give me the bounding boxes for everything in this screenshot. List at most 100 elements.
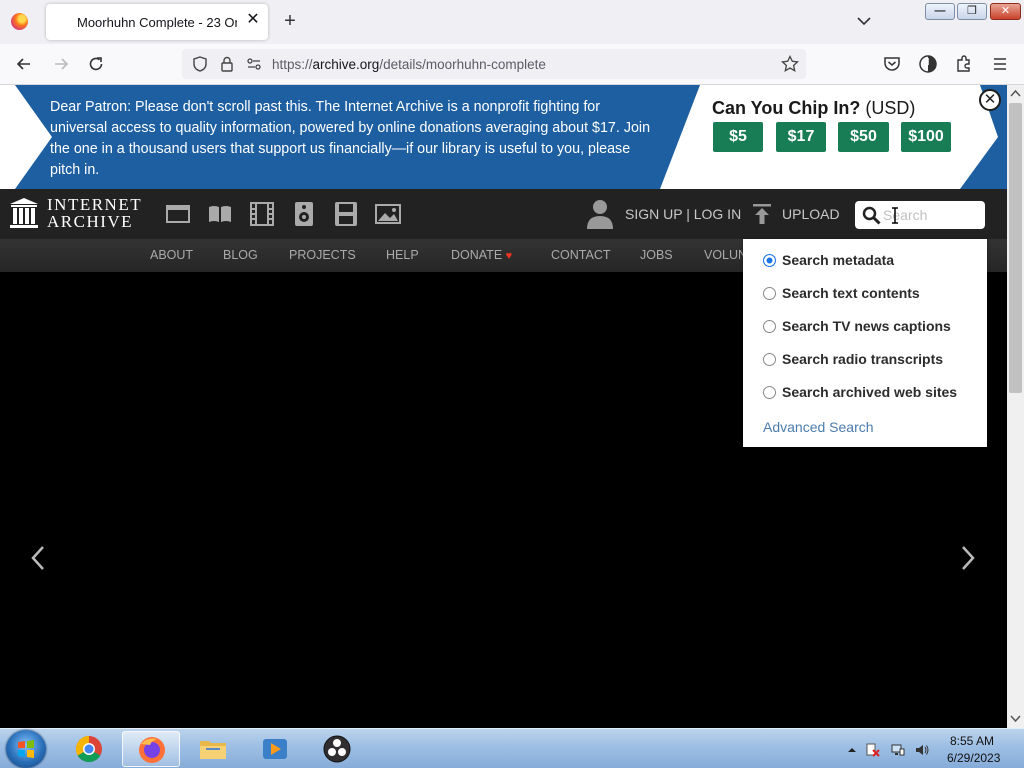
donate-50-button[interactable]: $50 [838,122,889,152]
pocket-icon[interactable] [882,54,902,74]
donation-banner: Dear Patron: Please don't scroll past th… [0,85,1007,189]
radio-icon[interactable] [763,287,776,300]
user-icon[interactable] [586,198,614,230]
internet-archive-logo-icon[interactable] [9,197,39,229]
web-icon[interactable] [165,202,191,226]
volume-icon[interactable] [915,743,929,757]
radio-icon[interactable] [763,320,776,333]
chevron-down-icon[interactable] [855,12,873,30]
upload-link[interactable]: UPLOAD [782,206,840,222]
subnav-projects[interactable]: PROJECTS [289,248,356,262]
media-player-icon [263,739,287,759]
account-icon[interactable] [918,54,938,74]
heart-icon: ♥ [505,250,513,262]
back-arrow-icon[interactable] [14,54,34,74]
chrome-icon [75,735,102,763]
radio-icon[interactable] [763,353,776,366]
logo-line-2: ARCHIVE [47,212,134,231]
new-tab-button[interactable]: + [280,11,300,31]
tab-close-icon[interactable]: ✕ [244,11,262,29]
page-scrollbar[interactable] [1007,85,1024,728]
clock-date[interactable]: 6/29/2023 [947,751,1000,765]
minimize-icon: — [934,5,946,17]
maximize-icon: ❐ [967,5,977,17]
chip-in-currency: (USD) [865,98,916,118]
scroll-up-icon[interactable] [1010,88,1021,98]
upload-icon[interactable] [752,203,772,225]
bookmark-star-icon[interactable] [780,54,800,74]
video-icon[interactable] [249,202,275,226]
subnav-help[interactable]: HELP [386,248,419,262]
radio-selected-icon[interactable] [763,254,776,267]
taskbar-firefox[interactable] [122,731,180,767]
taskbar-obs[interactable] [308,731,366,767]
software-icon[interactable] [333,202,359,226]
window-maximize-button[interactable]: ❐ [957,3,987,20]
subnav-donate[interactable]: DONATE ♥ [451,248,512,262]
banner-message: Dear Patron: Please don't scroll past th… [50,99,651,178]
carousel-prev-icon[interactable] [30,545,46,571]
images-icon[interactable] [375,202,401,226]
url-path: /details/moorhuhn-complete [379,57,546,72]
subnav-donate-label: DONATE [451,248,503,262]
close-icon: ✕ [1000,5,1011,17]
url-prefix: https:// [272,57,313,72]
start-button[interactable] [6,730,46,768]
search-box[interactable] [855,201,985,229]
lock-icon[interactable] [217,54,237,74]
subnav-contact[interactable]: CONTACT [551,248,611,262]
donate-5-button[interactable]: $5 [713,122,763,152]
forward-arrow-icon[interactable] [51,54,71,74]
permissions-icon[interactable] [244,54,264,74]
donate-100-button[interactable]: $100 [901,122,951,152]
network-icon[interactable] [891,743,905,757]
taskbar-chrome[interactable] [60,731,118,767]
advanced-search-link[interactable]: Advanced Search [763,419,874,435]
subnav-about[interactable]: ABOUT [150,248,193,262]
subnav-blog[interactable]: BLOG [223,248,258,262]
banner-close-button[interactable]: ✕ [979,89,1001,111]
tray-expand-icon[interactable] [845,743,859,757]
extensions-icon[interactable] [954,54,974,74]
logo-line-1: INTERNET [47,195,143,214]
browser-tab[interactable]: Moorhuhn Complete - 23 Original Games ✕ [46,4,268,40]
texts-icon[interactable] [207,202,233,226]
action-center-icon[interactable] [866,743,880,757]
ia-logo-text[interactable]: INTERNET ARCHIVE [47,196,142,230]
window-close-button[interactable]: ✕ [990,3,1021,20]
scroll-down-icon[interactable] [1010,714,1021,724]
option-label: Search text contents [782,285,920,301]
taskbar-file-explorer[interactable] [184,731,242,767]
option-label: Search TV news captions [782,318,951,334]
search-icon[interactable] [862,206,881,225]
subnav-jobs[interactable]: JOBS [640,248,673,262]
clock-time[interactable]: 8:55 AM [950,734,994,748]
url-bar[interactable]: https://archive.org/details/moorhuhn-com… [182,49,806,79]
browser-tab-bar: Moorhuhn Complete - 23 Original Games ✕ … [0,0,1024,44]
window-minimize-button[interactable]: — [925,3,955,20]
chip-in-heading: Can You Chip In? [712,98,861,118]
carousel-next-icon[interactable] [960,545,976,571]
chip-in-title: Can You Chip In? (USD) [712,98,915,119]
subnav-volunteer[interactable]: VOLUN [704,248,747,262]
option-label: Search archived web sites [782,384,958,400]
ia-header: INTERNET ARCHIVE SIGN UP | LOG IN UPLOAD… [0,189,1007,239]
firefox-icon [139,737,165,763]
signup-login-link[interactable]: SIGN UP | LOG IN [625,206,741,222]
audio-icon[interactable] [291,202,317,226]
obs-icon [323,735,351,763]
firefox-logo-icon [11,13,28,30]
scrollbar-thumb[interactable] [1009,103,1022,393]
radio-icon[interactable] [763,386,776,399]
tracking-shield-icon[interactable] [190,54,210,74]
url-domain: archive.org [312,57,380,72]
menu-icon[interactable] [990,54,1010,74]
reload-icon[interactable] [86,54,106,74]
donate-17-button[interactable]: $17 [776,122,826,152]
file-explorer-icon [200,741,226,759]
tab-title: Moorhuhn Complete - 23 Original Games [77,15,237,30]
option-label: Search radio transcripts [782,351,944,367]
taskbar-media-player[interactable] [246,731,304,767]
windows-logo-icon [18,740,34,758]
search-options-menu: Search metadata Search text contents Sea… [743,239,987,447]
